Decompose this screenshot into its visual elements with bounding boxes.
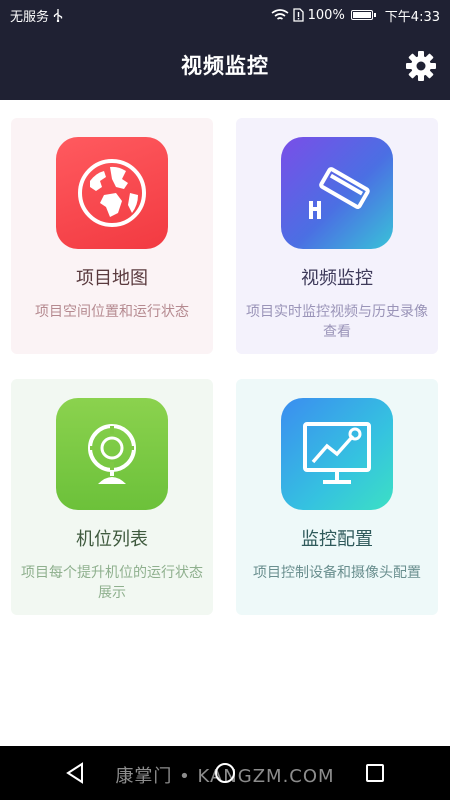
card-monitor-config[interactable]: 监控配置 项目控制设备和摄像头配置 — [236, 379, 438, 615]
project-map-tile — [56, 137, 168, 249]
wifi-icon — [271, 8, 289, 20]
back-triangle-icon — [66, 762, 83, 784]
settings-button[interactable] — [404, 49, 438, 83]
home-circle-icon — [215, 763, 235, 783]
card-description: 项目实时监控视频与历史录像查看 — [246, 304, 428, 340]
home-button[interactable] — [205, 753, 245, 793]
card-position-list[interactable]: 机位列表 项目每个提升机位的运行状态展示 — [11, 379, 213, 615]
page-title: 视频监控 — [181, 54, 269, 78]
webcam-icon — [88, 424, 136, 484]
card-title: 监控配置 — [301, 529, 373, 550]
card-video-monitor[interactable]: 视频监控 项目实时监控视频与历史录像查看 — [236, 118, 438, 354]
card-description: 项目每个提升机位的运行状态展示 — [21, 565, 203, 601]
system-nav-bar — [0, 746, 450, 800]
position-list-tile — [56, 398, 168, 510]
status-left: 无服务 — [10, 6, 63, 25]
back-button[interactable] — [55, 753, 95, 793]
card-description: 项目空间位置和运行状态 — [35, 304, 189, 320]
recents-square-icon — [366, 764, 384, 782]
monitor-config-tile — [281, 398, 393, 510]
battery-percent: 100% — [307, 7, 345, 23]
status-bar: 无服务 100% 下午4:33 — [0, 0, 450, 30]
card-title: 机位列表 — [76, 529, 148, 550]
card-project-map[interactable]: 项目地图 项目空间位置和运行状态 — [11, 118, 213, 354]
cctv-camera-icon — [309, 167, 370, 219]
card-description: 项目控制设备和摄像头配置 — [253, 565, 421, 581]
globe-icon — [78, 159, 146, 227]
app-bar: 视频监控 — [0, 30, 450, 100]
card-title: 视频监控 — [301, 268, 373, 289]
card-title: 项目地图 — [76, 268, 148, 289]
carrier-text: 无服务 — [10, 9, 50, 25]
alert-sim-icon — [292, 8, 304, 22]
monitor-chart-icon — [303, 422, 371, 484]
usb-icon — [53, 8, 63, 22]
recents-button[interactable] — [355, 753, 395, 793]
gear-icon — [406, 51, 436, 81]
clock-time: 下午4:33 — [384, 9, 440, 25]
video-monitor-tile — [281, 137, 393, 249]
battery-icon — [350, 10, 376, 20]
status-right: 100% 下午4:33 — [271, 6, 440, 25]
